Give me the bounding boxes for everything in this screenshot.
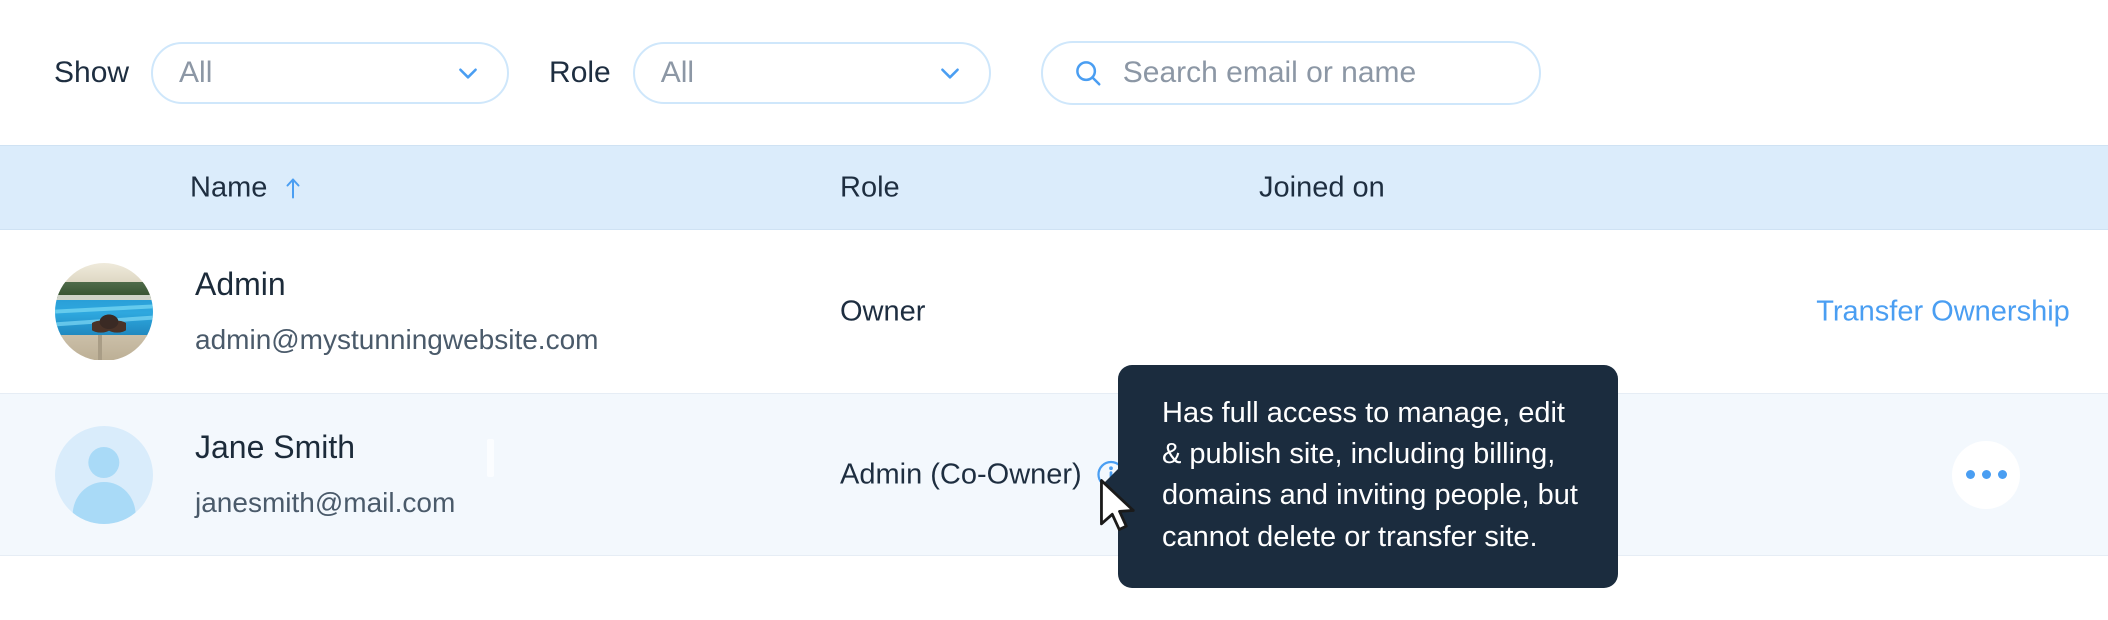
chevron-down-icon [459,67,477,79]
ellipsis-horizontal-icon [1997,470,2007,479]
row-more-actions-button[interactable] [1952,440,2020,509]
role-label: Owner [840,295,926,327]
column-header-role[interactable]: Role [840,171,900,204]
show-filter-value: All [179,55,213,89]
table-row: Jane Smith janesmith@mail.com Admin (Co-… [0,393,2108,556]
role-cell: Owner [840,295,925,328]
user-email: janesmith@mail.com [195,487,456,519]
avatar [55,425,153,524]
sort-arrow-up-icon [286,178,300,198]
transfer-ownership-link[interactable]: Transfer Ownership [1778,295,2108,328]
user-name: Jane Smith [195,428,356,465]
search-icon [1075,60,1101,85]
members-table: Name Role Joined on Admin admin@mystunni [0,145,2108,556]
user-cell: Jane Smith janesmith@mail.com [55,394,455,555]
role-info-tooltip: Has full access to manage, edit & publis… [1100,365,1618,588]
tooltip-arrow [1100,467,1120,507]
user-text: Admin admin@mystunningwebsite.com [195,265,599,356]
avatar-photo-swimmers [92,313,126,335]
ellipsis-horizontal-icon [1981,470,1991,479]
user-cell: Admin admin@mystunningwebsite.com [55,230,598,393]
column-header-name-label: Name [190,171,268,203]
avatar-person-head [88,447,120,479]
show-filter-label: Show [54,55,130,89]
user-email: admin@mystunningwebsite.com [195,324,599,356]
avatar-photo-pool-deck [55,335,153,361]
filter-bar: Show All Role All Search email or name [0,0,2108,145]
avatar-person-body [72,482,136,524]
search-placeholder: Search email or name [1122,55,1417,89]
role-filter-value: All [660,55,695,89]
column-header-joined-on[interactable]: Joined on [1259,171,1385,204]
role-label: Admin (Co-Owner) [840,458,1082,490]
role-filter-select[interactable]: All [632,41,991,104]
user-text: Jane Smith janesmith@mail.com [195,428,456,519]
table-header-row: Name Role Joined on [0,145,2108,230]
ellipsis-horizontal-icon [1965,470,1975,479]
user-name: Admin [195,265,286,302]
chevron-down-icon [940,67,959,79]
role-cell: Admin (Co-Owner) [840,458,1126,491]
column-header-name[interactable]: Name [190,171,301,204]
column-divider [487,439,494,477]
show-filter-select[interactable]: All [151,41,510,104]
search-input[interactable]: Search email or name [1040,40,1541,105]
tooltip-text: Has full access to manage, edit & publis… [1162,397,1578,553]
role-filter-label: Role [549,55,611,89]
table-row: Admin admin@mystunningwebsite.com Owner … [0,230,2108,393]
avatar [55,262,153,361]
